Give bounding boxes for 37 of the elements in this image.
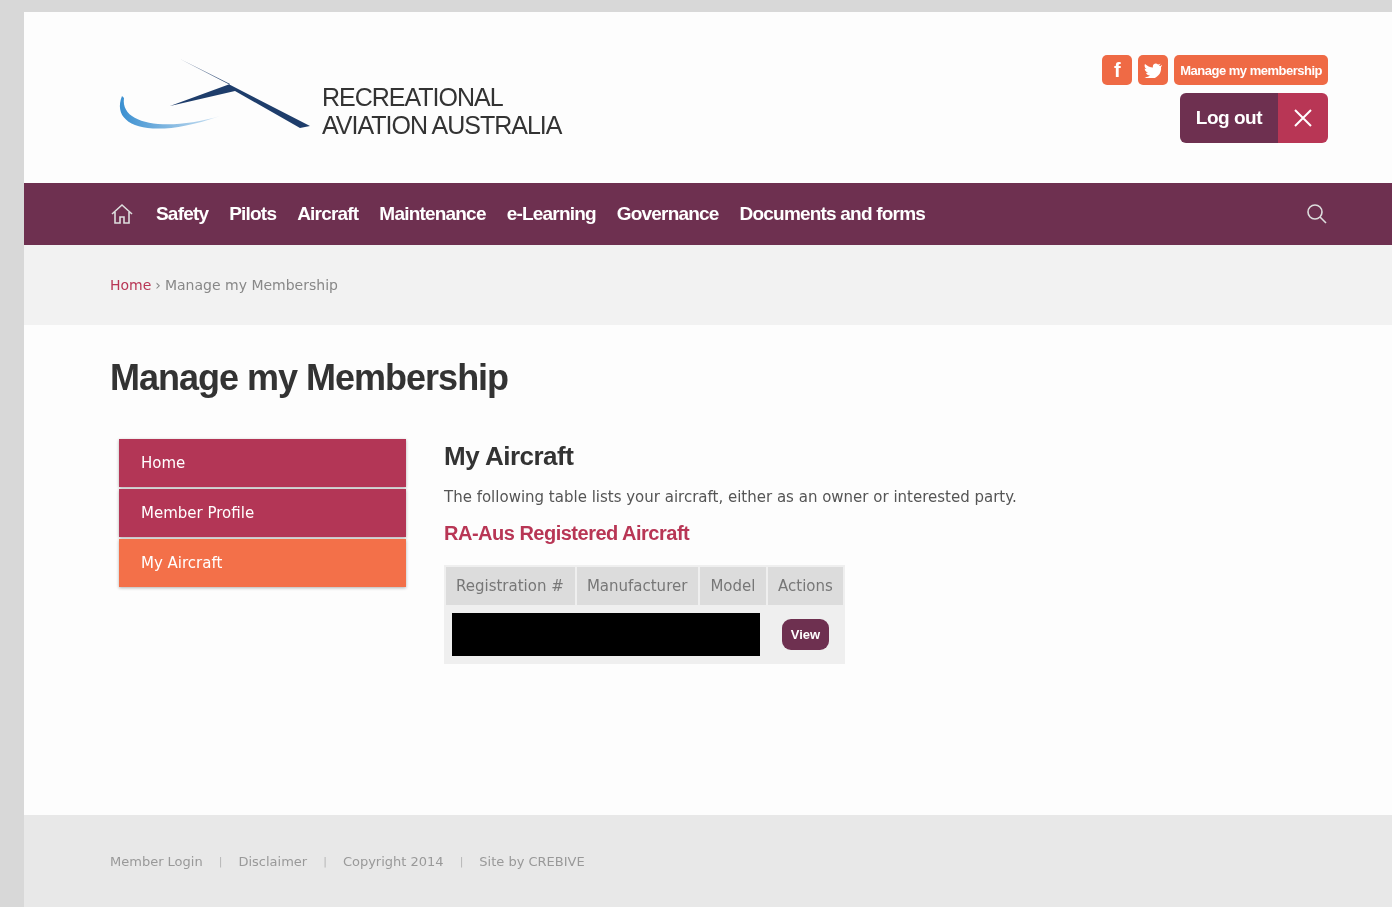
logo-text: RECREATIONAL <box>322 82 504 111</box>
search-icon <box>1306 203 1328 225</box>
subheading: RA-Aus Registered Aircraft <box>444 522 691 545</box>
bird-icon <box>1144 62 1163 78</box>
twitter-button[interactable] <box>1138 55 1169 85</box>
breadcrumb-link[interactable]: Home <box>110 277 152 293</box>
section-heading: My Aircraft <box>444 441 575 472</box>
column-header: Model <box>700 567 766 605</box>
nav-link[interactable]: Pilots <box>229 203 288 225</box>
nav-link[interactable]: Documents and forms <box>739 203 936 225</box>
column-header: Actions <box>768 567 843 605</box>
home-icon <box>110 203 134 225</box>
logo-text: AVIATION AUSTRALIA <box>322 110 562 139</box>
sidebar-item[interactable]: Member Profile <box>119 489 406 537</box>
manage-membership-button[interactable]: Manage my membership <box>1174 55 1328 85</box>
page-title: Manage my Membership <box>110 357 510 399</box>
search-button[interactable] <box>1306 203 1328 225</box>
facebook-button[interactable]: f <box>1102 55 1133 85</box>
sidebar-item[interactable]: Home <box>119 439 406 487</box>
nav-link[interactable]: Maintenance <box>379 203 497 225</box>
nav-link[interactable]: Safety <box>156 203 220 225</box>
column-header: Manufacturer <box>576 567 699 605</box>
footer-separator: | <box>322 854 328 868</box>
nav-link[interactable]: e-Learning <box>506 203 607 225</box>
logout-button[interactable]: Log out <box>1179 93 1278 143</box>
home-button[interactable] <box>110 203 134 225</box>
intro-text: The following table lists your aircraft, either as an owner or interested party. <box>444 488 1018 506</box>
footer-separator: | <box>458 854 465 868</box>
breadcrumb-separator: › <box>155 277 161 293</box>
breadcrumb-current: Manage my Membership <box>164 277 338 293</box>
column-header: Registration # <box>446 567 575 605</box>
close-icon <box>1293 108 1313 128</box>
footer-separator: | <box>217 854 224 868</box>
close-button[interactable] <box>1278 93 1328 143</box>
nav-link[interactable]: Governance <box>616 203 730 225</box>
view-button[interactable]: View <box>781 619 830 650</box>
nav-link[interactable]: Aircraft <box>297 203 370 225</box>
